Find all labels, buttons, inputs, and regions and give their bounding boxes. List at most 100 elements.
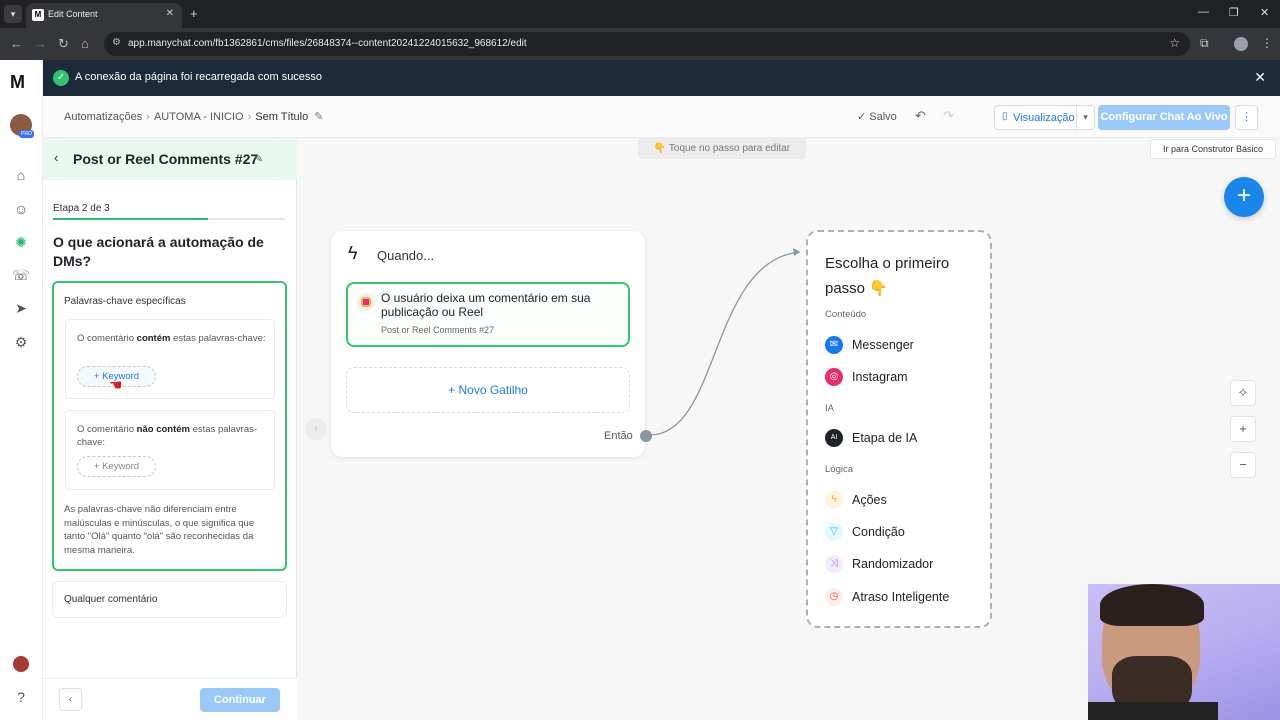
step-progress-fill <box>53 218 209 220</box>
chevron-right-icon: › <box>247 111 252 123</box>
bookmark-star-icon[interactable]: ☆ <box>1169 36 1180 50</box>
redo-icon[interactable]: ↷ <box>943 108 954 124</box>
profile-avatar-icon[interactable] <box>1234 37 1248 51</box>
trigger-name: Post or Reel Comments #27 <box>381 325 495 335</box>
tab-close-icon[interactable]: ✕ <box>166 8 174 19</box>
reload-icon[interactable]: ↻ <box>58 36 69 52</box>
minimize-icon[interactable]: — <box>1198 6 1209 18</box>
add-step-button[interactable]: + <box>1224 177 1264 217</box>
editor-top-bar: Automatizações › AUTOMA - INICIO › Sem Títul… <box>43 96 1280 138</box>
bolt-icon: ϟ <box>348 243 358 263</box>
clock-icon: ◷ <box>825 588 843 606</box>
automation-nav-icon[interactable]: ✺ <box>11 232 31 252</box>
not-contains-label: O comentário não contém estas palavras-c… <box>77 424 258 448</box>
banner-close-icon[interactable]: ✕ <box>1254 69 1266 86</box>
restore-icon[interactable]: ❐ <box>1229 6 1239 19</box>
live-chat-nav-icon[interactable]: ☏ <box>11 265 31 285</box>
trigger-node[interactable]: ϟ Quando... O usuário deixa um comentári… <box>331 231 652 457</box>
messenger-icon: ✉ <box>825 336 843 354</box>
breadcrumb-current[interactable]: Sem Título <box>255 111 308 123</box>
basic-builder-tooltip: Ir para Construtor Básico <box>1150 139 1276 159</box>
browser-address-bar: ← → ↻ ⌂ ⚙ app.manychat.com/fb1362861/cms… <box>0 28 1280 60</box>
specific-keywords-option[interactable]: Palavras-chave específicas O comentário … <box>52 281 287 571</box>
breadcrumb-automations[interactable]: Automatizações <box>64 111 142 123</box>
back-chevron-icon[interactable]: ‹ <box>54 150 58 165</box>
step-option-label: Ações <box>852 493 887 507</box>
window-close-icon[interactable]: ✕ <box>1260 6 1269 19</box>
back-icon[interactable]: ← <box>10 36 23 51</box>
trigger-question: O que acionará a automação de DMs? <box>53 234 264 269</box>
preview-button[interactable]: ▯ Visualização ▾ <box>994 105 1095 130</box>
case-insensitive-note: As palavras-chave não diferenciam entre … <box>64 504 255 556</box>
any-comment-option[interactable]: Qualquer comentário <box>52 581 287 618</box>
trigger-description: O usuário deixa um comentário em sua pub… <box>381 291 591 319</box>
then-label: Então <box>604 430 633 442</box>
notification-banner: ✓ A conexão da página foi recarregada co… <box>43 60 1280 96</box>
output-port[interactable] <box>640 430 652 442</box>
section-label: IA <box>825 403 834 414</box>
broadcast-nav-icon[interactable]: ➤ <box>11 298 31 318</box>
pro-badge: PRO <box>19 130 34 138</box>
manychat-logo[interactable]: M <box>10 72 25 93</box>
add-excluded-keyword-button[interactable]: + Keyword <box>77 456 156 477</box>
user-avatar[interactable] <box>13 656 29 672</box>
preview-label: Visualização <box>1013 112 1075 124</box>
edit-hint: 👇 Toque no passo para editar <box>638 138 806 159</box>
home-nav-icon[interactable]: ⌂ <box>11 165 31 185</box>
previous-step-button[interactable]: ‹ <box>59 688 82 711</box>
banner-message: A conexão da página foi recarregada com … <box>75 71 323 83</box>
filter-icon: ▽ <box>825 523 843 541</box>
zoom-out-icon[interactable]: − <box>1230 452 1256 478</box>
step-label: Etapa 2 de 3 <box>53 203 110 214</box>
trigger-config-panel: ‹ Post or Reel Comments #27 ✎ Etapa 2 de… <box>43 138 297 720</box>
trigger-card[interactable]: O usuário deixa um comentário em sua pub… <box>346 282 630 347</box>
first-step-picker: Escolha o primeiro passo 👇 Conteúdo ✉ Me… <box>806 230 992 628</box>
zoom-in-icon[interactable]: + <box>1230 416 1256 442</box>
contains-keywords-box: O comentário contém estas palavras-chave… <box>65 319 275 399</box>
more-options-icon[interactable]: ⋮ <box>1235 105 1258 130</box>
not-contains-keywords-box: O comentário não contém estas palavras-c… <box>65 410 275 490</box>
forward-icon[interactable]: → <box>34 36 47 51</box>
continue-button[interactable]: Continuar <box>200 688 280 712</box>
manychat-favicon-icon: M <box>32 9 44 21</box>
browser-tab[interactable]: M Edit Content ✕ <box>26 3 182 28</box>
home-icon[interactable]: ⌂ <box>81 36 89 51</box>
shuffle-icon: ⤨ <box>825 555 843 573</box>
configure-live-chat-button[interactable]: Configurar Chat Ao Vivo <box>1098 105 1230 130</box>
collapse-panel-icon[interactable]: ‹ <box>305 418 327 440</box>
breadcrumb-folder[interactable]: AUTOMA - INICIO <box>154 111 244 123</box>
step-option-label: Instagram <box>852 370 908 384</box>
panel-header: ‹ Post or Reel Comments #27 ✎ <box>43 138 297 180</box>
magic-wand-icon[interactable]: ✧ <box>1230 380 1256 406</box>
ai-icon: AI <box>825 429 843 447</box>
presenter-shirt <box>1088 702 1218 720</box>
check-icon: ✓ <box>857 111 870 123</box>
url-field[interactable]: ⚙ app.manychat.com/fb1362861/cms/files/2… <box>104 32 1190 56</box>
tab-search-icon[interactable]: ▾ <box>4 5 22 23</box>
edit-pencil-icon[interactable]: ✎ <box>254 152 263 165</box>
tab-title: Edit Content <box>48 9 98 19</box>
webcam-overlay <box>1088 584 1280 720</box>
help-nav-icon[interactable]: ? <box>11 687 31 707</box>
step-option-label: Atraso Inteligente <box>852 590 950 604</box>
settings-nav-icon[interactable]: ⚙ <box>11 332 31 352</box>
step-option-label: Messenger <box>852 338 914 352</box>
undo-icon[interactable]: ↶ <box>915 108 926 124</box>
browser-tab-bar: ▾ M Edit Content ✕ + — ❐ ✕ <box>0 0 1280 28</box>
instagram-icon <box>357 293 375 311</box>
browser-menu-icon[interactable]: ⋮ <box>1261 36 1273 50</box>
chevron-down-icon[interactable]: ▾ <box>1076 106 1094 129</box>
contacts-nav-icon[interactable]: ☺ <box>11 199 31 219</box>
new-tab-icon[interactable]: + <box>190 6 198 21</box>
site-info-icon[interactable]: ⚙ <box>112 37 121 48</box>
new-trigger-button[interactable]: + Novo Gatilho <box>346 367 630 413</box>
saved-status: ✓ Salvo <box>857 111 897 123</box>
chevron-right-icon: › <box>146 111 150 123</box>
rename-pencil-icon[interactable]: ✎ <box>314 111 323 123</box>
instagram-icon: ◎ <box>825 368 843 386</box>
trigger-node-title: Quando... <box>377 248 435 263</box>
step-option-label: Etapa de IA <box>852 431 918 445</box>
bolt-icon: ϟ <box>825 491 843 509</box>
step-progress-bar <box>53 218 285 220</box>
extensions-icon[interactable]: ⧉ <box>1200 36 1209 51</box>
